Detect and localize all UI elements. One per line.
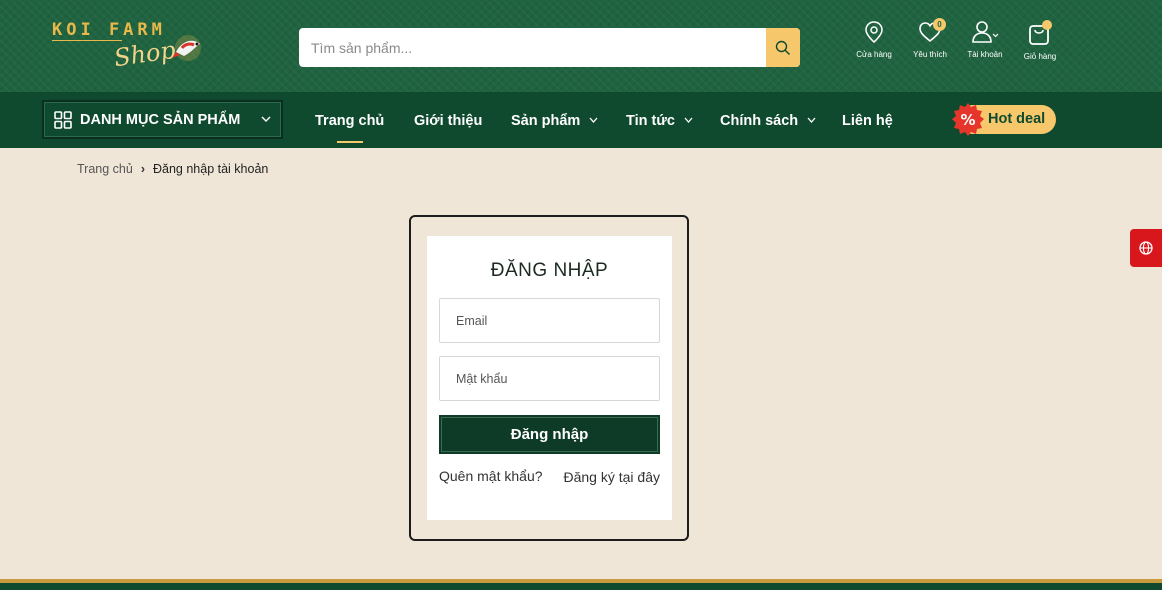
breadcrumb-separator: › [140,162,145,176]
search-bar [299,28,800,67]
search-icon [775,40,790,55]
chevron-down-icon [589,117,598,123]
password-field[interactable] [439,356,660,401]
login-title: ĐĂNG NHẬP [490,260,609,281]
store-link[interactable]: Cửa hàng [850,20,898,72]
category-menu-label: DANH MỤC SẢN PHẨM [80,111,241,128]
shop-logo[interactable]: KOI FARM Shop [52,18,212,80]
nav-news[interactable]: Tin tức [626,113,693,129]
login-button[interactable]: Đăng nhập [439,415,660,454]
nav-products[interactable]: Sản phẩm [511,113,598,129]
grid-icon [54,110,72,129]
breadcrumb-home[interactable]: Trang chủ [77,162,133,176]
wishlist-link[interactable]: 0 Yêu thích [906,18,954,72]
globe-icon [1139,241,1153,255]
hot-deal-button[interactable]: % Hot deal [952,103,1056,136]
nav-about[interactable]: Giới thiệu [414,113,482,129]
cart-label: Giỏ hàng [1023,52,1057,61]
login-form: ĐĂNG NHẬP Đăng nhập Quên mật khẩu? Đăng … [427,236,672,520]
logo-script: Shop [112,35,178,73]
nav-home[interactable]: Trang chủ [315,113,384,129]
nav-products-label: Sản phẩm [511,113,581,129]
account-link[interactable]: Tài khoản [961,20,1009,72]
translate-button[interactable] [1130,229,1162,267]
breadcrumb: Trang chủ › Đăng nhập tài khoản [77,162,268,176]
email-field[interactable] [439,298,660,343]
main-nav: DANH MỤC SẢN PHẨM Trang chủ Giới thiệu S… [0,92,1162,148]
footer [0,583,1162,590]
map-pin-icon [865,21,883,43]
breadcrumb-current: Đăng nhập tài khoản [153,162,269,176]
top-header: KOI FARM Shop Cửa hàng 0 [0,0,1162,92]
koi-fish-icon [172,35,201,61]
store-label: Cửa hàng [856,50,892,59]
category-menu-button[interactable]: DANH MỤC SẢN PHẨM [42,100,283,139]
nav-contact-label: Liên hệ [842,113,893,129]
nav-contact[interactable]: Liên hệ [842,113,893,129]
shopping-bag-icon [1029,20,1052,45]
forgot-password-link[interactable]: Quên mật khẩu? [439,468,543,484]
user-icon [972,21,999,43]
nav-policies[interactable]: Chính sách [720,113,816,129]
wishlist-count-badge: 0 [933,18,946,31]
search-button[interactable] [766,28,800,67]
nav-policies-label: Chính sách [720,113,799,129]
hot-deal-label: Hot deal [988,111,1046,127]
nav-about-label: Giới thiệu [414,113,483,129]
chevron-down-icon [684,117,693,123]
account-label: Tài khoản [967,50,1003,59]
login-card: ĐĂNG NHẬP Đăng nhập Quên mật khẩu? Đăng … [409,215,689,541]
search-input[interactable] [299,28,765,67]
logo-rule [52,40,122,41]
svg-text:%: % [960,111,975,129]
cart-link[interactable]: Giỏ hàng [1016,20,1064,72]
nav-news-label: Tin tức [626,113,675,129]
register-link[interactable]: Đăng ký tại đây [564,469,661,485]
nav-home-label: Trang chủ [315,113,385,129]
chevron-down-icon [807,117,816,123]
logo-wordmark: KOI FARM [52,20,166,40]
active-nav-indicator [337,141,363,143]
chevron-down-icon [261,116,271,122]
wishlist-label: Yêu thích [913,50,947,59]
discount-badge-icon: % [952,103,984,136]
